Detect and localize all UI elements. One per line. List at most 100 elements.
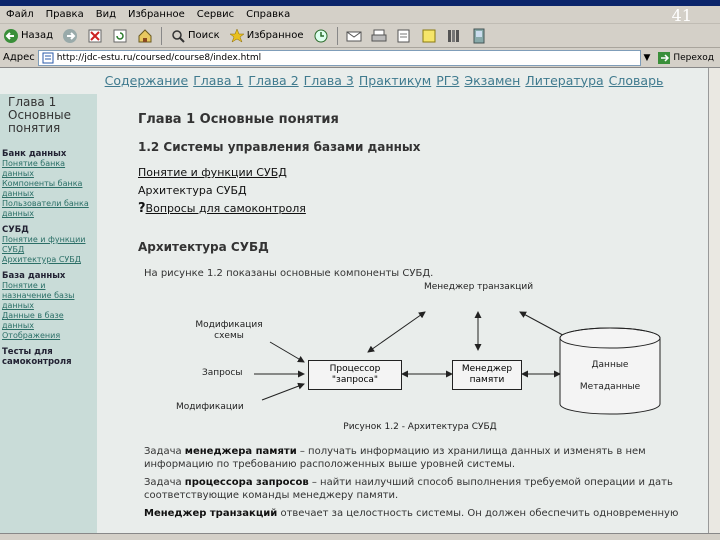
link-dbms-concept[interactable]: Понятие и функции СУБД (138, 166, 287, 179)
label-metadata: Метаданные (579, 382, 641, 392)
memory-manager-box: Менеджер памяти (452, 360, 522, 390)
paragraph-text: соответствующие команды менеджеру памяти… (144, 490, 399, 501)
sidebar-link[interactable]: Данные в базе данных (0, 311, 97, 331)
nav-exam[interactable]: Экзамен (464, 73, 520, 88)
go-button[interactable]: Переход (652, 51, 720, 64)
favorites-button[interactable]: Избранное (226, 26, 307, 46)
paragraph-text: информацию по требованию расположенных в… (144, 459, 516, 470)
sidebar-heading-database[interactable]: База данных (0, 271, 97, 281)
sidebar-link[interactable]: Архитектура СУБД (0, 255, 97, 265)
menu-help[interactable]: Справка (240, 9, 296, 20)
mail-button[interactable] (343, 26, 365, 46)
paragraph-line: информацию по требованию расположенных в… (144, 459, 704, 471)
sidebar-link[interactable]: Понятие и функции СУБД (0, 235, 97, 255)
page-icon (42, 52, 54, 63)
nav-chapter-2[interactable]: Глава 2 (248, 73, 298, 88)
home-button[interactable] (134, 26, 156, 46)
toolbar: Назад Поиск Избранное (0, 24, 720, 48)
menu-edit[interactable]: Правка (40, 9, 90, 20)
favorites-label: Избранное (246, 30, 304, 41)
sidebar-link[interactable]: Понятие банка данных (0, 159, 97, 179)
research-button[interactable] (443, 26, 465, 46)
nav-literature[interactable]: Литература (525, 73, 603, 88)
home-icon (138, 28, 152, 42)
self-check-row: ?Вопросы для самоконтроля (138, 201, 306, 216)
messenger-icon (473, 28, 484, 43)
go-arrow-icon (658, 51, 671, 64)
link-dbms-architecture[interactable]: Архитектура СУБД (138, 184, 247, 197)
edit-document-icon (397, 29, 409, 42)
paragraph-prefix: Задача (144, 477, 185, 488)
star-icon (228, 27, 245, 43)
sidebar-title: Глава 1 Основные понятия (8, 95, 72, 135)
refresh-icon (113, 29, 127, 42)
history-button[interactable] (310, 26, 332, 46)
library-icon (447, 29, 459, 42)
storage-cylinder-icon (559, 327, 661, 415)
paragraph-line: Менеджер транзакций отвечает за целостно… (144, 508, 704, 520)
toolbar-separator (161, 26, 163, 45)
menubar: Файл Правка Вид Избранное Сервис Справка (0, 6, 720, 24)
forward-button[interactable] (59, 26, 81, 46)
sidebar-heading-dbms[interactable]: СУБД (0, 225, 97, 235)
diagram-arrows (254, 311, 661, 415)
label-transaction-manager: Менеджер транзакций (424, 282, 534, 292)
vertical-scrollbar[interactable] (708, 68, 720, 533)
paragraph-text: – получать информацию из хранилища данны… (296, 446, 646, 457)
nav-chapter-3[interactable]: Глава 3 (304, 73, 354, 88)
sidebar-link[interactable]: Понятие и назначение базы данных (0, 281, 97, 311)
address-url: http://jdc-estu.ru/coursed/course8/index… (56, 52, 262, 63)
back-button[interactable]: Назад (0, 26, 56, 46)
intro-text: На рисунке 1.2 показаны основные компоне… (144, 268, 434, 279)
address-dropdown-icon[interactable]: ▼ (641, 53, 652, 63)
label-modifications: Модификации (176, 402, 244, 412)
sidebar-heading-tests[interactable]: Тесты для самоконтроля (0, 347, 97, 367)
subsection-title: Архитектура СУБД (138, 240, 269, 254)
nav-rgz[interactable]: РГЗ (436, 73, 459, 88)
paragraph-text: – найти наилучший способ выполнения треб… (308, 477, 673, 488)
site-navigation: Содержание Глава 1 Глава 2 Глава 3 Практ… (0, 68, 708, 92)
edit-button[interactable] (393, 26, 415, 46)
paragraph-line: Задача менеджера памяти – получать инфор… (144, 446, 704, 458)
menu-view[interactable]: Вид (90, 9, 122, 20)
history-icon (314, 29, 327, 42)
printer-icon (371, 29, 386, 41)
note-icon (422, 29, 435, 42)
nav-chapter-1[interactable]: Глава 1 (193, 73, 243, 88)
refresh-button[interactable] (109, 26, 131, 46)
main-content: Глава 1 Основные понятия 1.2 Системы упр… (100, 94, 708, 533)
page-viewport: Содержание Глава 1 Глава 2 Глава 3 Практ… (0, 68, 708, 533)
forward-arrow-icon (63, 28, 78, 43)
sidebar: Глава 1 Основные понятия Банк данных Пон… (0, 94, 97, 533)
slide-number: 41 (671, 6, 692, 25)
sidebar-heading-data-bank[interactable]: Банк данных (0, 149, 97, 159)
paragraph-line: Задача процессора запросов – найти наилу… (144, 477, 704, 489)
section-title: 1.2 Системы управления базами данных (138, 140, 421, 154)
label-schema-modification: Модификация схемы (195, 320, 263, 341)
paragraph-prefix: Задача (144, 446, 185, 457)
nav-contents[interactable]: Содержание (105, 73, 189, 88)
mail-icon (346, 31, 361, 41)
address-input[interactable]: http://jdc-estu.ru/coursed/course8/index… (37, 49, 642, 66)
go-label: Переход (673, 52, 714, 63)
nav-glossary[interactable]: Словарь (609, 73, 664, 88)
menu-favorites[interactable]: Избранное (122, 9, 191, 20)
discuss-button[interactable] (418, 26, 440, 46)
chapter-title: Глава 1 Основные понятия (138, 112, 339, 127)
sidebar-link[interactable]: Пользователи банка данных (0, 199, 97, 219)
nav-practicum[interactable]: Практикум (359, 73, 431, 88)
sidebar-link[interactable]: Компоненты банка данных (0, 179, 97, 199)
sidebar-link[interactable]: Отображения (0, 331, 97, 341)
menu-tools[interactable]: Сервис (191, 9, 240, 20)
messenger-button[interactable] (468, 26, 490, 46)
search-button[interactable]: Поиск (167, 26, 223, 46)
stop-button[interactable] (84, 26, 106, 46)
search-label: Поиск (188, 30, 220, 41)
figure-caption: Рисунок 1.2 - Архитектура СУБД (343, 422, 497, 432)
menu-file[interactable]: Файл (0, 9, 40, 20)
print-button[interactable] (368, 26, 390, 46)
link-self-check-questions[interactable]: Вопросы для самоконтроля (146, 202, 306, 215)
architecture-diagram: Менеджер транзакций Модификация схемы За… (170, 280, 690, 440)
search-icon (172, 29, 185, 43)
back-arrow-icon (4, 28, 18, 43)
